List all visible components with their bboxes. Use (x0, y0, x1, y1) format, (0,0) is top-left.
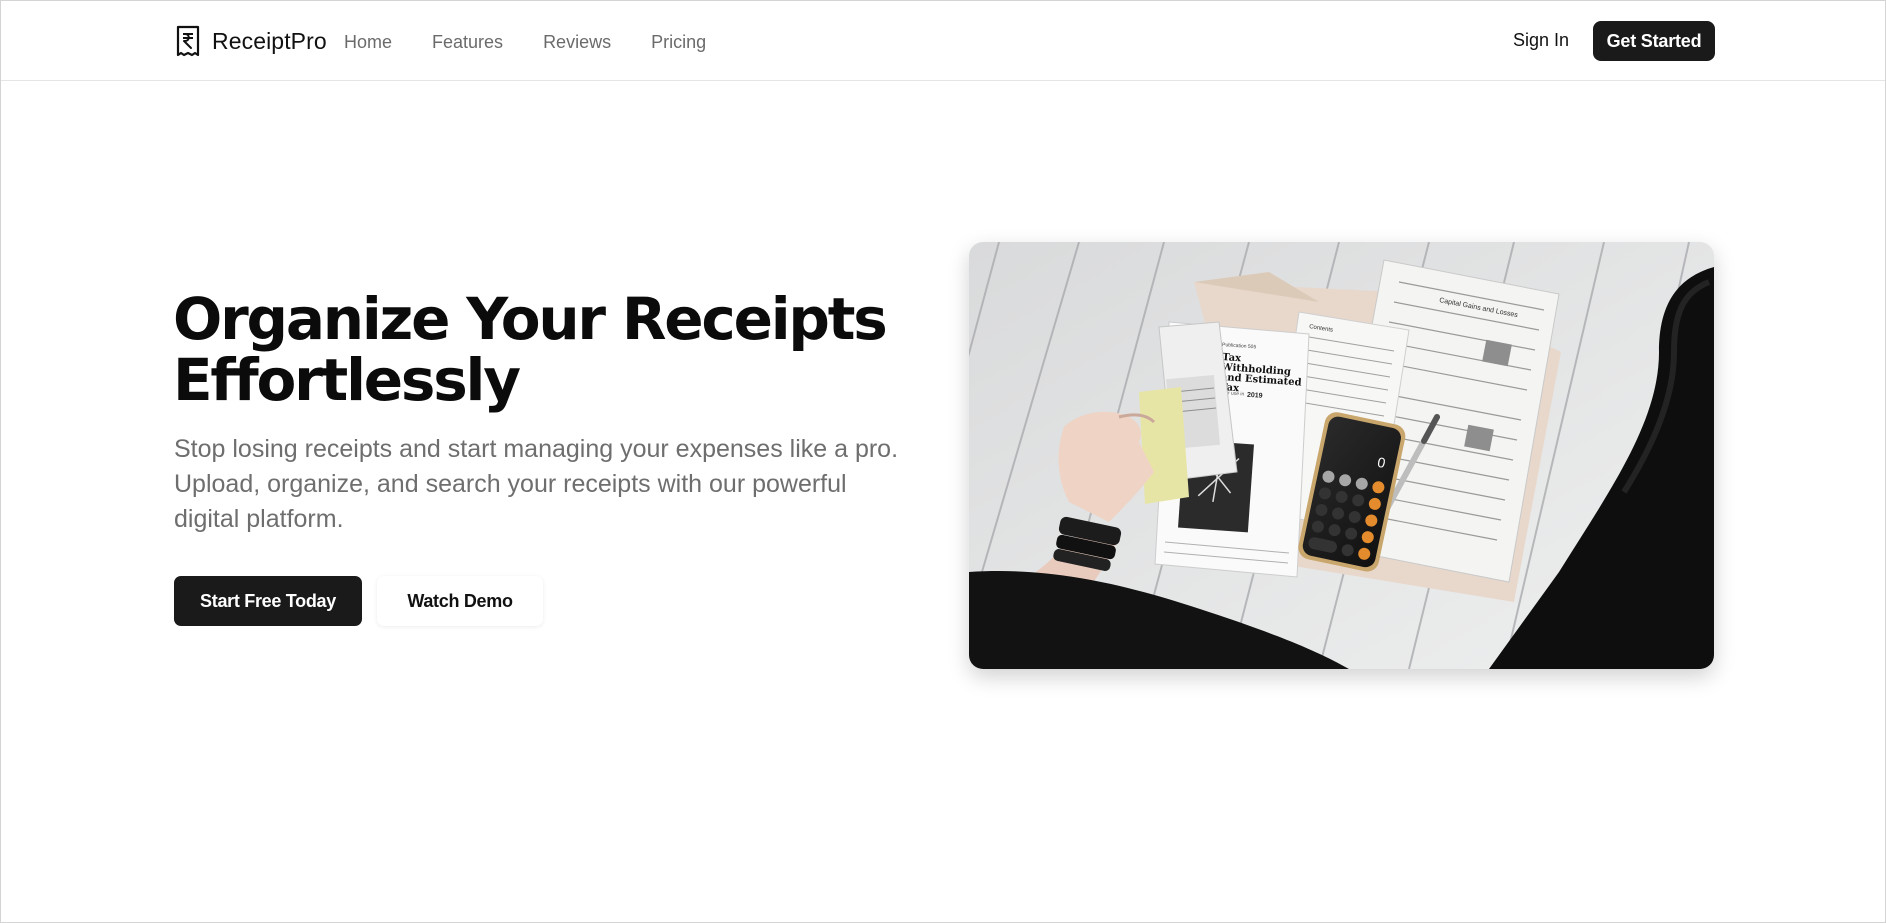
brand-name: ReceiptPro (212, 27, 327, 54)
nav-link-features[interactable]: Features (432, 32, 503, 53)
nav-link-reviews[interactable]: Reviews (543, 32, 611, 53)
nav-link-home[interactable]: Home (344, 32, 392, 53)
hero-title-line-2: Effortlessly (173, 346, 521, 414)
brand-logo-link[interactable]: ReceiptPro (174, 25, 327, 57)
hero-image: Capital Gains and Losses Contents Public… (969, 242, 1714, 669)
hero-title-line-1: Organize Your Receipts (173, 285, 888, 353)
hero-subtitle: Stop losing receipts and start managing … (174, 435, 899, 533)
top-navbar: ReceiptPro Home Features Reviews Pricing… (1, 1, 1885, 81)
nav-link-pricing[interactable]: Pricing (651, 32, 706, 53)
page: ReceiptPro Home Features Reviews Pricing… (0, 0, 1886, 923)
sign-in-link[interactable]: Sign In (1513, 30, 1569, 51)
doc-year: 2019 (1247, 392, 1263, 400)
start-free-today-button[interactable]: Start Free Today (174, 576, 362, 626)
tax-forms-photo: Capital Gains and Losses Contents Public… (969, 242, 1714, 669)
main-nav: Home Features Reviews Pricing (344, 29, 706, 55)
get-started-button[interactable]: Get Started (1593, 21, 1715, 61)
hero-title: Organize Your Receipts Effortlessly (173, 289, 933, 411)
receipt-rupee-icon (176, 25, 200, 57)
watch-demo-button[interactable]: Watch Demo (377, 576, 543, 626)
